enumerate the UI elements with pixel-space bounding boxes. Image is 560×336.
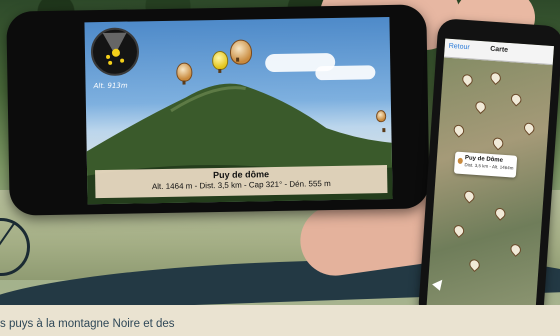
poi-dot xyxy=(106,54,111,59)
map-pin-icon[interactable] xyxy=(461,188,477,204)
position-dot xyxy=(111,48,121,57)
map-navbar: Retour Carte xyxy=(443,38,555,66)
phone-landscape: Alt. 913m Puy de dôme Alt. 1464 m - Dist… xyxy=(6,4,430,216)
ar-camera-view[interactable]: Alt. 913m Puy de dôme Alt. 1464 m - Dist… xyxy=(84,16,393,205)
map-pin-icon[interactable] xyxy=(490,135,506,151)
caption-text: s puys à la montagne Noire et des xyxy=(0,318,175,330)
poi-balloon-icon[interactable] xyxy=(229,39,253,65)
map-pin-icon[interactable] xyxy=(508,242,524,257)
map-title: Carte xyxy=(489,45,509,54)
map-pin-icon[interactable] xyxy=(492,205,508,221)
phone-portrait: Retour Carte Puy de Dôme Dist. 3,5 km - … xyxy=(417,18,560,305)
compass-radar-icon[interactable] xyxy=(90,27,140,77)
background-photo: Alt. 913m Puy de dôme Alt. 1464 m - Dist… xyxy=(0,0,560,305)
map-pin-icon[interactable] xyxy=(488,70,504,86)
poi-balloon-icon[interactable] xyxy=(211,50,229,71)
poi-dot xyxy=(108,60,113,65)
map-pin-icon[interactable] xyxy=(451,223,467,238)
map-pin-icon[interactable] xyxy=(508,91,524,107)
map-pin-icon[interactable] xyxy=(521,120,537,136)
map-callout[interactable]: Puy de Dôme Dist. 3,5 km - Alt. 1464m xyxy=(453,151,518,178)
map-pin-icon[interactable] xyxy=(473,99,488,115)
callout-pin-icon xyxy=(457,157,463,165)
poi-balloon-icon[interactable] xyxy=(376,110,387,123)
map-view[interactable]: Retour Carte Puy de Dôme Dist. 3,5 km - … xyxy=(426,38,555,305)
map-pin-icon[interactable] xyxy=(467,257,482,273)
poi-balloon-icon[interactable] xyxy=(176,62,193,82)
poi-dot xyxy=(120,58,125,63)
map-pin-icon[interactable] xyxy=(451,122,467,138)
map-pin-icon[interactable] xyxy=(460,72,475,88)
altitude-label: Alt. 913m xyxy=(93,81,128,91)
locate-arrow-icon[interactable] xyxy=(432,276,447,291)
summit-info-bar[interactable]: Puy de dôme Alt. 1464 m - Dist. 3,5 km -… xyxy=(95,165,388,199)
